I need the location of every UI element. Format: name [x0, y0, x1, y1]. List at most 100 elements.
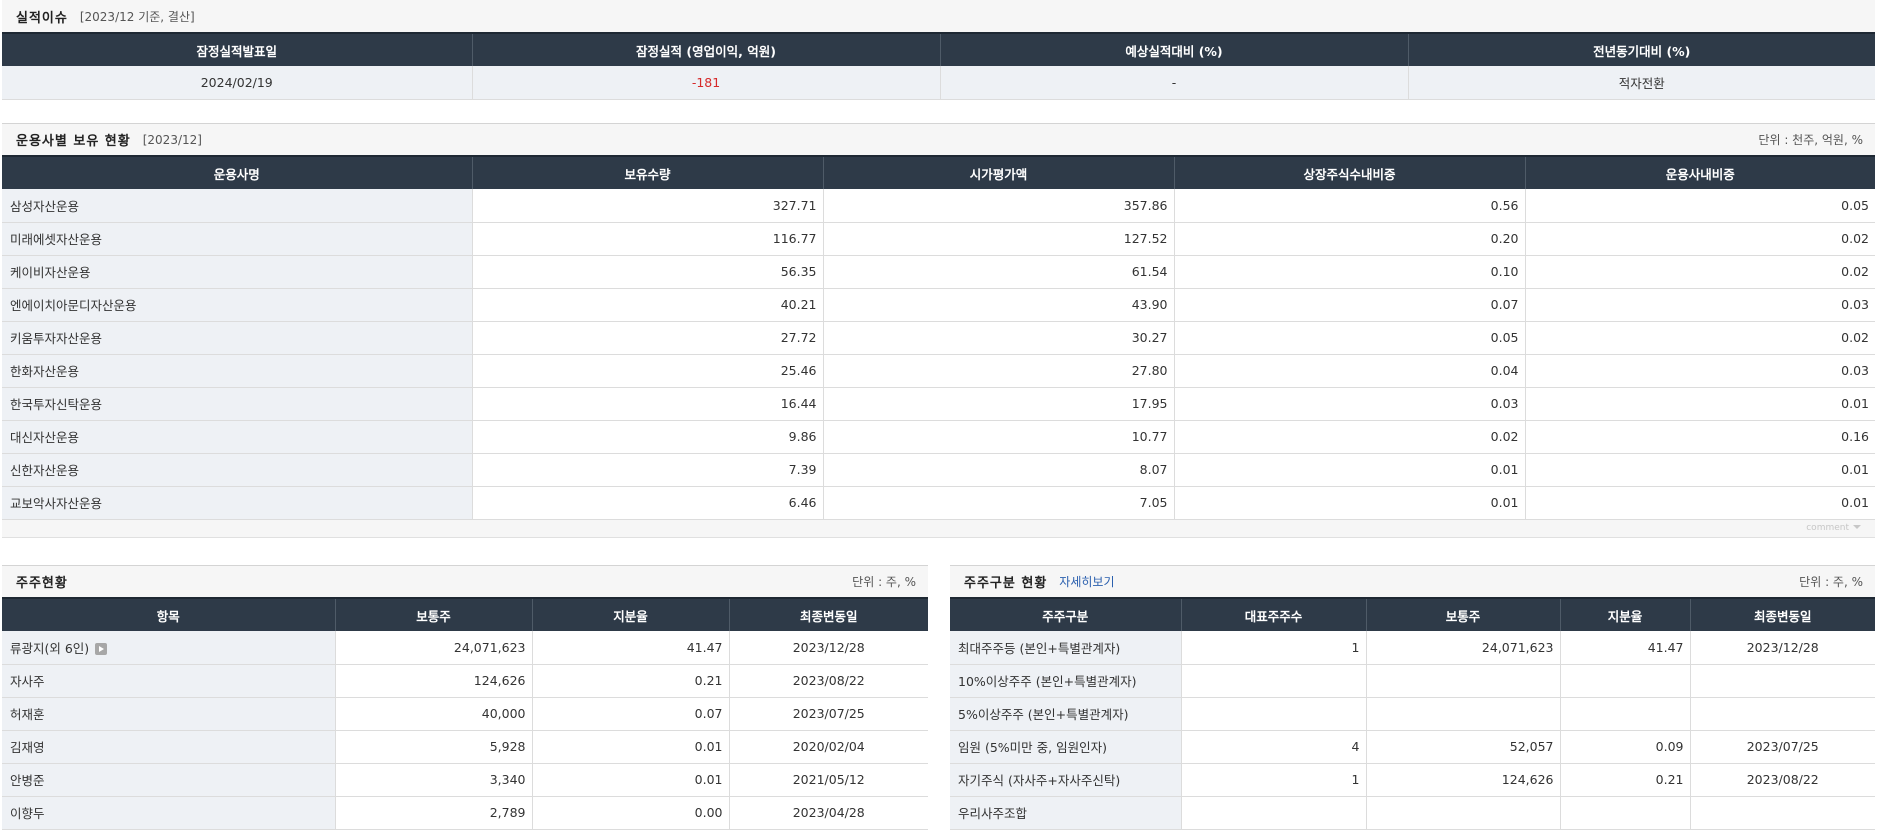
holders-cell: 2023/12/28 [729, 631, 928, 665]
cell-text: 30.27 [1131, 330, 1168, 345]
classes-cell: 124,626 [1366, 763, 1561, 797]
managers-cell: 8.07 [823, 453, 1175, 487]
holders-cell: 2,789 [335, 796, 533, 830]
holders-cell: 2023/08/22 [729, 664, 928, 698]
managers-cell: 0.02 [1525, 222, 1875, 256]
table-row: 5%이상주주 (본인+특별관계자) [950, 697, 1875, 731]
holders-cell: 자사주 [2, 664, 336, 698]
holders-col-ratio: 지분율 [532, 597, 730, 631]
cell-text: 2023/08/22 [792, 673, 865, 688]
holders-cell: 41.47 [532, 631, 730, 665]
cell-text: 5%이상주주 (본인+특별관계자) [958, 707, 1129, 722]
classes-cell [1366, 664, 1561, 698]
managers-cell: 61.54 [823, 255, 1175, 289]
table-row: 우리사주조합 [950, 796, 1875, 830]
cell-text: 0.20 [1490, 231, 1519, 246]
comment-toggle[interactable]: comment [1806, 523, 1861, 533]
classes-cell [1560, 664, 1691, 698]
cell-text: 우리사주조합 [958, 806, 1028, 821]
classes-cell: 4 [1181, 730, 1367, 764]
cell-text: 10.77 [1131, 429, 1168, 444]
cell-text: 자사주 [10, 674, 45, 689]
table-row: 김재영 5,928 0.01 2020/02/04 [2, 730, 928, 764]
managers-cell: 16.44 [472, 387, 824, 421]
holders-section: 주주현황 단위 : 주, % 항목 보통주 지분율 최종변동일 류광지(외 6인… [2, 565, 928, 830]
perf-col-vs-estimate: 예상실적대비 (%) [940, 32, 1409, 66]
holders-unit: 단위 : 주, % [852, 575, 916, 589]
classes-col-common: 보통주 [1366, 597, 1561, 631]
cell-text: 6.46 [788, 495, 817, 510]
managers-cell: 대신자산운용 [2, 420, 473, 454]
cell-text: 7.05 [1139, 495, 1168, 510]
perf-vs-estimate-cell: - [940, 66, 1409, 100]
cell-text: 케이비자산운용 [10, 265, 91, 280]
cell-text: 61.54 [1131, 264, 1168, 279]
expand-arrow-icon[interactable] [95, 643, 108, 656]
managers-cell: 0.04 [1174, 354, 1526, 388]
table-row: 엔에이치아문디자산운용 40.21 43.90 0.07 0.03 [2, 288, 1875, 322]
managers-cell: 한국투자신탁운용 [2, 387, 473, 421]
managers-col-name: 운용사명 [2, 155, 473, 189]
managers-cell: 327.71 [472, 189, 824, 223]
classes-cell [1181, 664, 1367, 698]
managers-cell: 한화자산운용 [2, 354, 473, 388]
table-row: 키움투자자산운용 27.72 30.27 0.05 0.02 [2, 321, 1875, 355]
cell-text: 대신자산운용 [10, 430, 80, 445]
classes-cell: 41.47 [1560, 631, 1691, 665]
holders-header: 주주현황 단위 : 주, % [2, 565, 928, 597]
managers-cell: 0.02 [1525, 321, 1875, 355]
cell-text: 2023/08/22 [1746, 772, 1819, 787]
managers-cell: 0.05 [1174, 321, 1526, 355]
cell-text: 2023/07/25 [792, 706, 865, 721]
cell-text: 자기주식 (자사주+자사주신탁) [958, 773, 1121, 788]
cell-text: 2,789 [489, 805, 526, 820]
classes-cell: 2023/08/22 [1690, 763, 1875, 797]
managers-cell: 7.39 [472, 453, 824, 487]
holders-table: 항목 보통주 지분율 최종변동일 류광지(외 6인) 24,071,623 41.4… [2, 597, 928, 830]
classes-col-date: 최종변동일 [1690, 597, 1875, 631]
table-row: 허재훈 40,000 0.07 2023/07/25 [2, 697, 928, 731]
cell-text: 2021/05/12 [792, 772, 865, 787]
classes-cell: 최대주주등 (본인+특별관계자) [950, 631, 1182, 665]
classes-cell [1560, 796, 1691, 830]
classes-cell: 2023/12/28 [1690, 631, 1875, 665]
cell-text: 0.02 [1841, 231, 1869, 246]
perf-col-date: 잠정실적발표일 [2, 32, 473, 66]
classes-cell: 5%이상주주 (본인+특별관계자) [950, 697, 1182, 731]
managers-cell: 357.86 [823, 189, 1175, 223]
cell-text: 교보악사자산운용 [10, 496, 103, 511]
cell-text: 임원 (5%미만 중, 임원인자) [958, 740, 1107, 755]
cell-text: 127.52 [1123, 231, 1168, 246]
cell-text: 0.56 [1490, 197, 1519, 213]
managers-cell: 엔에이치아문디자산운용 [2, 288, 473, 322]
cell-text: 17.95 [1131, 396, 1168, 411]
cell-text: 안병준 [10, 773, 45, 788]
managers-cell: 0.01 [1174, 486, 1526, 520]
managers-cell: 0.02 [1174, 420, 1526, 454]
classes-cell: 10%이상주주 (본인+특별관계자) [950, 664, 1182, 698]
managers-col-qty: 보유수량 [472, 155, 824, 189]
table-row: 최대주주등 (본인+특별관계자) 1 24,071,623 41.47 2023/12/… [950, 631, 1875, 665]
cell-text: 8.07 [1139, 462, 1168, 477]
table-row: 안병준 3,340 0.01 2021/05/12 [2, 763, 928, 797]
cell-text: 김재영 [10, 740, 45, 755]
managers-cell: 30.27 [823, 321, 1175, 355]
cell-text: 0.07 [694, 706, 723, 721]
classes-col-count: 대표주주수 [1181, 597, 1367, 631]
managers-cell: 116.77 [472, 222, 824, 256]
cell-text: 357.86 [1123, 197, 1168, 213]
managers-cell: 0.10 [1174, 255, 1526, 289]
cell-text: 0.05 [1841, 197, 1869, 213]
classes-title: 주주구분 현황 [964, 576, 1048, 591]
table-row: 한화자산운용 25.46 27.80 0.04 0.03 [2, 354, 1875, 388]
cell-text: 327.71 [772, 197, 817, 213]
cell-text: 10%이상주주 (본인+특별관계자) [958, 674, 1137, 689]
cell-text: 0.16 [1841, 429, 1869, 444]
details-link[interactable]: 자세히보기 [1059, 573, 1114, 590]
holders-cell: 124,626 [335, 664, 533, 698]
table-row: 신한자산운용 7.39 8.07 0.01 0.01 [2, 453, 1875, 487]
cell-text: 7.39 [788, 462, 817, 477]
classes-cell: 24,071,623 [1366, 631, 1561, 665]
managers-col-listed-ratio: 상장주식수내비중 [1174, 155, 1526, 189]
perf-section: 실적이슈 [2023/12 기준, 결산] 잠정실적발표일 잠정실적 (영업이익… [2, 0, 1875, 100]
